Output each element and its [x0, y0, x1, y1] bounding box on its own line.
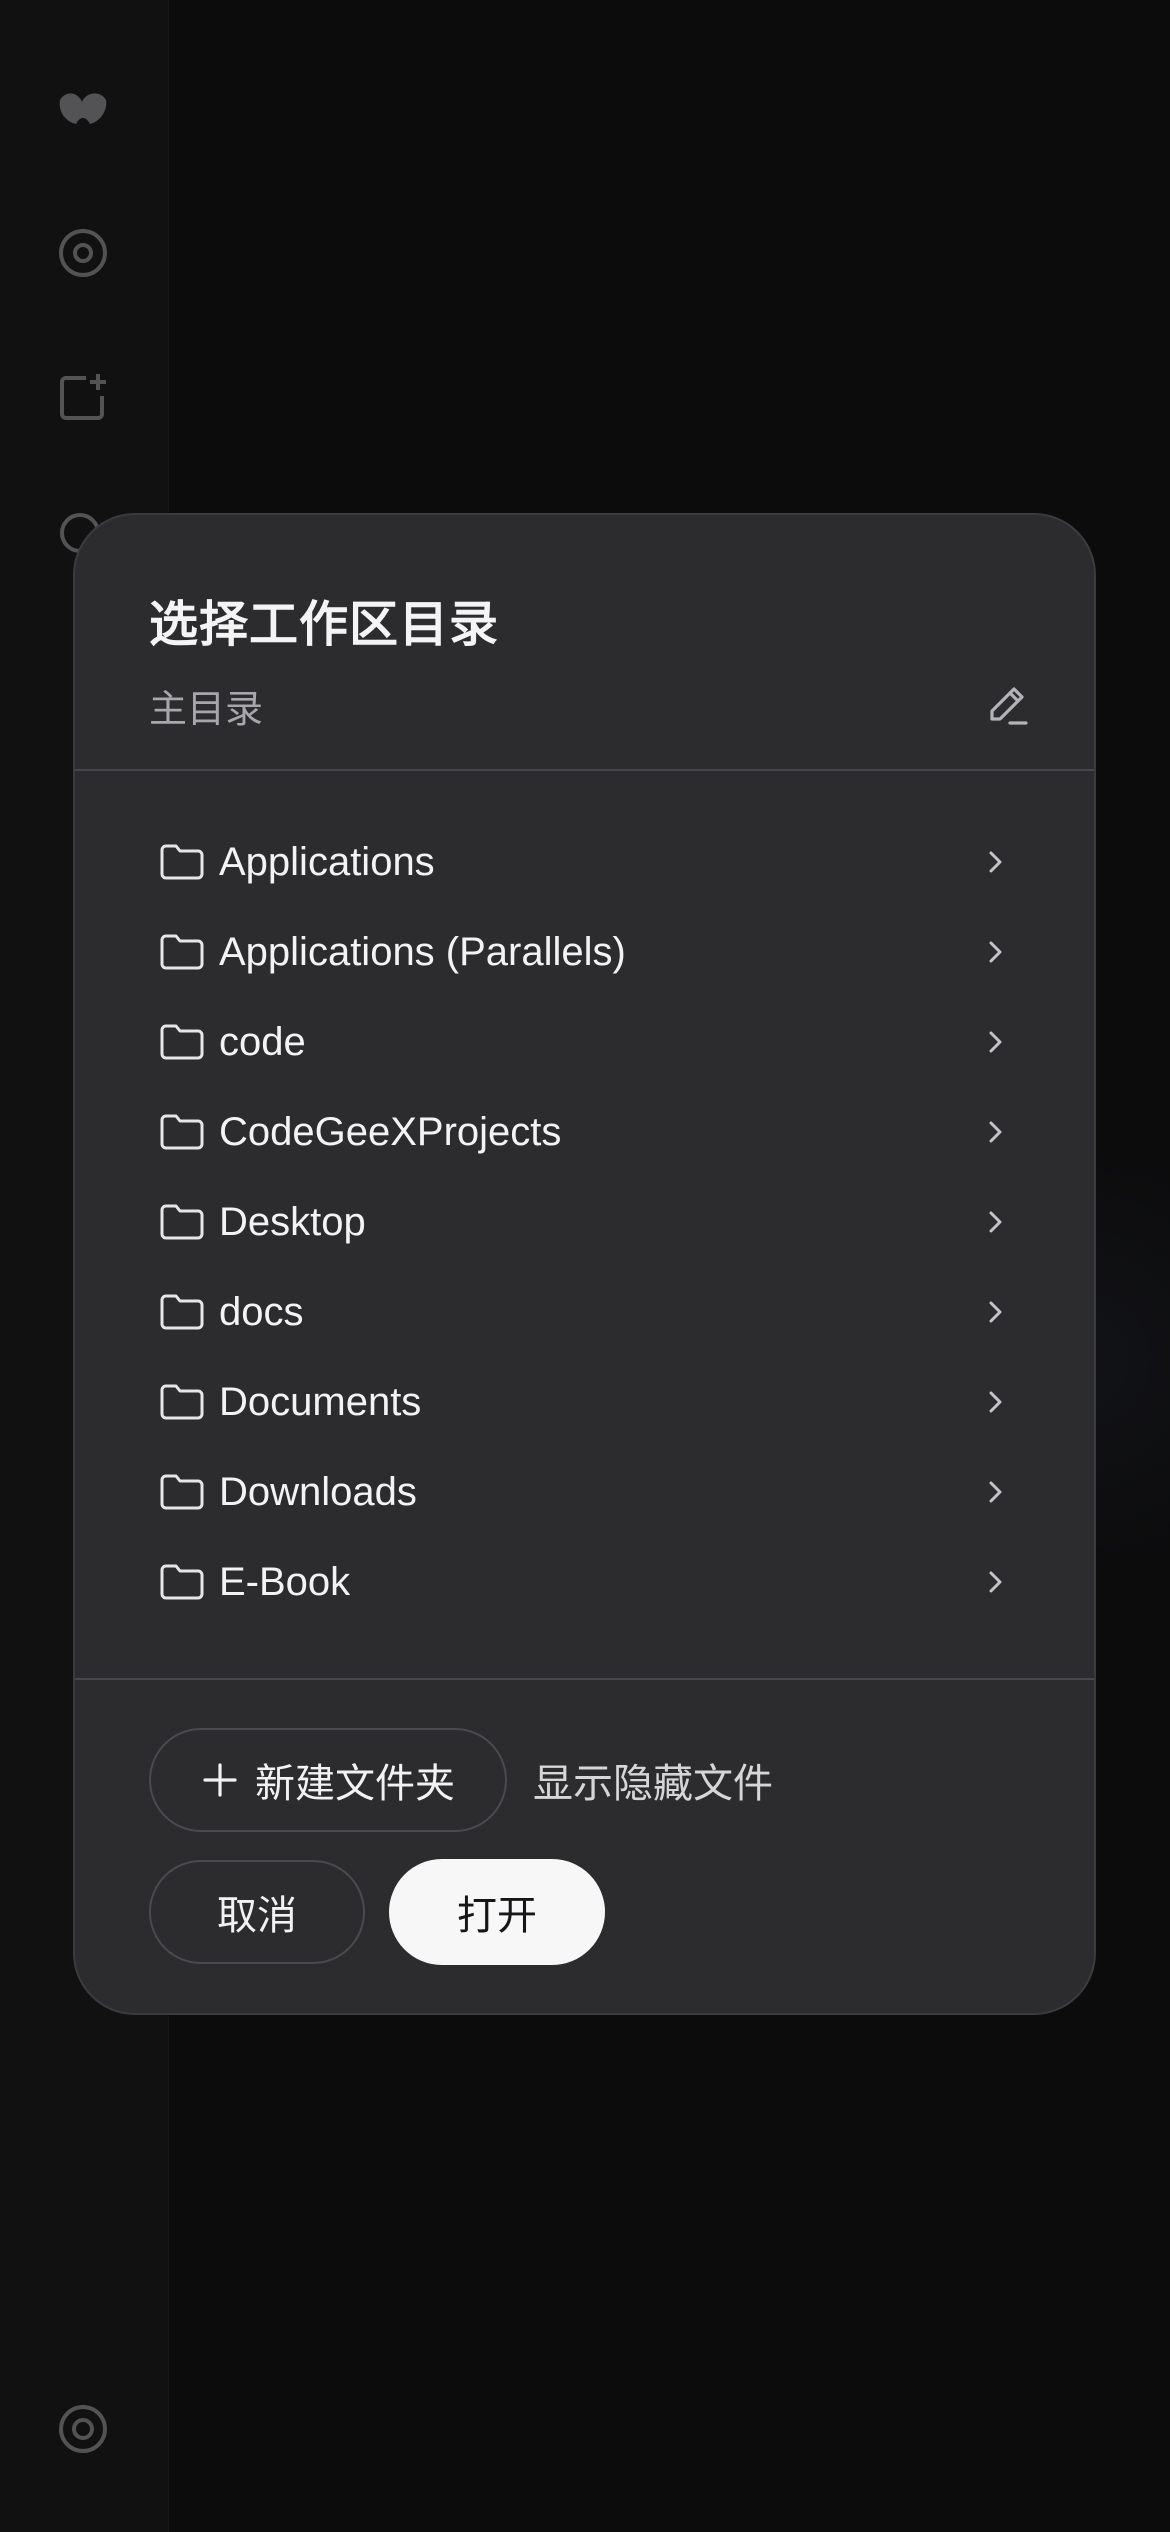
- chevron-right-icon: [989, 941, 1002, 963]
- chevron-right-icon: [989, 1571, 1002, 1593]
- edit-path-button[interactable]: [980, 677, 1036, 733]
- new-chat-icon[interactable]: [52, 366, 114, 428]
- search-icon[interactable]: [52, 222, 114, 284]
- folder-item[interactable]: E-Book: [75, 1537, 1094, 1627]
- plus-icon: [203, 1763, 237, 1797]
- chevron-right-icon: [989, 1211, 1002, 1233]
- cancel-button[interactable]: 取消: [149, 1860, 365, 1964]
- current-path-label: 主目录: [149, 688, 264, 731]
- folder-item[interactable]: CodeGeeXProjects: [75, 1087, 1094, 1177]
- folder-icon: [160, 934, 204, 970]
- folder-name: Downloads: [219, 1469, 417, 1514]
- folder-item[interactable]: Desktop: [75, 1177, 1094, 1267]
- folder-icon: [160, 1024, 204, 1060]
- folder-item[interactable]: Applications (Parallels): [75, 907, 1094, 997]
- chevron-right-icon: [989, 1121, 1002, 1143]
- folder-name: CodeGeeXProjects: [219, 1109, 562, 1154]
- folder-icon: [160, 1384, 204, 1420]
- new-folder-button[interactable]: 新建文件夹: [149, 1728, 507, 1832]
- chevron-right-icon: [989, 1391, 1002, 1413]
- divider-top: [75, 769, 1094, 771]
- folder-name: Documents: [219, 1379, 422, 1424]
- folder-name: Applications (Parallels): [219, 929, 626, 974]
- chevron-right-icon: [989, 851, 1002, 873]
- folder-icon: [160, 1564, 204, 1600]
- secondary-actions: 新建文件夹 显示隐藏文件: [149, 1728, 773, 1832]
- primary-actions: 取消 打开: [149, 1859, 605, 1965]
- folder-name: Desktop: [219, 1199, 366, 1244]
- pencil-edit-icon: [990, 687, 1028, 725]
- chevron-right-icon: [989, 1031, 1002, 1053]
- folder-icon: [160, 1294, 204, 1330]
- show-hidden-files-toggle[interactable]: 显示隐藏文件: [533, 1751, 773, 1809]
- folder-icon: [160, 1114, 204, 1150]
- folder-list: Applications Applications (Parallels) code…: [75, 817, 1094, 1627]
- folder-item[interactable]: docs: [75, 1267, 1094, 1357]
- folder-name: code: [219, 1019, 306, 1064]
- chevron-right-icon: [989, 1301, 1002, 1323]
- new-folder-label: 新建文件夹: [255, 1762, 455, 1806]
- app-logo-icon[interactable]: [52, 78, 114, 140]
- folder-icon: [160, 1474, 204, 1510]
- chevron-right-icon: [989, 1481, 1002, 1503]
- settings-icon[interactable]: [52, 2398, 114, 2460]
- app-root: 选择工作区目录 主目录 Applications Applications (Pa…: [0, 0, 1170, 2532]
- folder-name: docs: [219, 1289, 304, 1334]
- divider-bottom: [75, 1678, 1094, 1680]
- folder-item[interactable]: Documents: [75, 1357, 1094, 1447]
- workspace-directory-dialog: 选择工作区目录 主目录 Applications Applications (Pa…: [73, 513, 1096, 2015]
- folder-name: E-Book: [219, 1559, 351, 1604]
- folder-name: Applications: [219, 839, 435, 884]
- folder-item[interactable]: Downloads: [75, 1447, 1094, 1537]
- dialog-title: 选择工作区目录: [149, 598, 500, 652]
- open-button[interactable]: 打开: [389, 1859, 605, 1965]
- folder-item[interactable]: code: [75, 997, 1094, 1087]
- folder-icon: [160, 1204, 204, 1240]
- folder-item[interactable]: Applications: [75, 817, 1094, 907]
- current-path-row: 主目录: [149, 675, 1036, 735]
- folder-icon: [160, 844, 204, 880]
